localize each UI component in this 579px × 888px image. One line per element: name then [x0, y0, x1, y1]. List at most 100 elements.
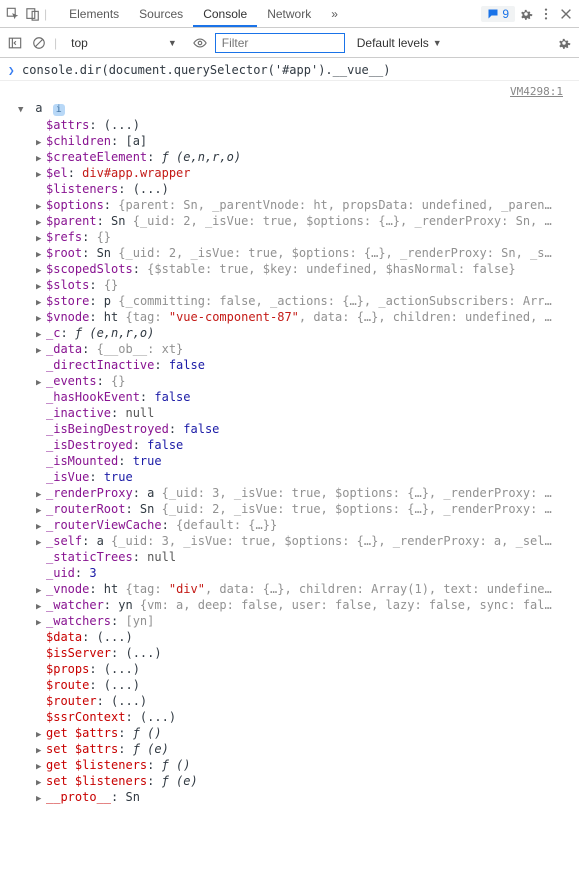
tree-property[interactable]: _isDestroyed: false	[36, 437, 579, 453]
property-key: _renderProxy	[46, 486, 133, 500]
tab-sources[interactable]: Sources	[129, 1, 193, 27]
tree-property[interactable]: $options: {parent: Sn, _parentVnode: ht,…	[36, 197, 579, 213]
context-selector[interactable]: top ▼	[63, 34, 185, 52]
tree-property[interactable]: _routerViewCache: {default: {…}}	[36, 517, 579, 533]
tree-property[interactable]: _watchers: [yn]	[36, 613, 579, 629]
tree-property[interactable]: $router: (...)	[36, 693, 579, 709]
tree-property[interactable]: _isVue: true	[36, 469, 579, 485]
tree-property[interactable]: $vnode: ht {tag: "vue-component-87", dat…	[36, 309, 579, 325]
tree-property[interactable]: _staticTrees: null	[36, 549, 579, 565]
property-value: : true	[89, 470, 132, 484]
expand-arrow-icon[interactable]	[36, 266, 46, 276]
tree-property[interactable]: _self: a {_uid: 3, _isVue: true, $option…	[36, 533, 579, 549]
expand-arrow-icon[interactable]	[36, 330, 46, 340]
gear-icon[interactable]	[517, 5, 535, 23]
tree-property[interactable]: $ssrContext: (...)	[36, 709, 579, 725]
expand-arrow-icon[interactable]	[36, 154, 46, 164]
tree-property[interactable]: _c: ƒ (e,n,r,o)	[36, 325, 579, 341]
expand-arrow-icon[interactable]	[36, 170, 46, 180]
property-key: _self	[46, 534, 82, 548]
expand-arrow-icon[interactable]	[36, 746, 46, 756]
inspect-icon[interactable]	[4, 5, 22, 23]
tree-property[interactable]: $route: (...)	[36, 677, 579, 693]
messages-badge[interactable]: 9	[481, 6, 515, 22]
tab-network[interactable]: Network	[257, 1, 321, 27]
separator: |	[54, 36, 57, 50]
expand-arrow-icon[interactable]	[36, 234, 46, 244]
expand-arrow-icon[interactable]	[36, 378, 46, 388]
tree-root[interactable]: a i	[18, 100, 579, 117]
expand-arrow-icon[interactable]	[36, 522, 46, 532]
expand-arrow-icon[interactable]	[36, 314, 46, 324]
eye-icon[interactable]	[191, 34, 209, 52]
tree-property[interactable]: _events: {}	[36, 373, 579, 389]
source-link[interactable]: VM4298:1	[510, 85, 571, 98]
tree-property[interactable]: _inactive: null	[36, 405, 579, 421]
tree-property[interactable]: _uid: 3	[36, 565, 579, 581]
expand-arrow-icon[interactable]	[36, 538, 46, 548]
tree-property[interactable]: set $listeners: ƒ (e)	[36, 773, 579, 789]
tab-more[interactable]: »	[321, 1, 348, 27]
expand-arrow-icon[interactable]	[36, 282, 46, 292]
tab-console[interactable]: Console	[193, 1, 257, 27]
expand-arrow-icon[interactable]	[36, 730, 46, 740]
tree-property[interactable]: $slots: {}	[36, 277, 579, 293]
tree-property[interactable]: _watcher: yn {vm: a, deep: false, user: …	[36, 597, 579, 613]
tree-property[interactable]: $root: Sn {_uid: 2, _isVue: true, $optio…	[36, 245, 579, 261]
expand-arrow-icon[interactable]	[36, 586, 46, 596]
expand-arrow-icon[interactable]	[36, 506, 46, 516]
tree-property[interactable]: _isMounted: true	[36, 453, 579, 469]
expand-arrow-icon[interactable]	[18, 105, 28, 115]
expand-arrow-icon[interactable]	[36, 298, 46, 308]
tab-elements[interactable]: Elements	[59, 1, 129, 27]
expand-arrow-icon[interactable]	[36, 602, 46, 612]
kebab-icon[interactable]	[537, 5, 555, 23]
expand-arrow-icon[interactable]	[36, 794, 46, 804]
expand-arrow-icon[interactable]	[36, 490, 46, 500]
tree-property[interactable]: _hasHookEvent: false	[36, 389, 579, 405]
tree-property[interactable]: _isBeingDestroyed: false	[36, 421, 579, 437]
tree-property[interactable]: get $listeners: ƒ ()	[36, 757, 579, 773]
tree-property[interactable]: __proto__: Sn	[36, 789, 579, 805]
tree-property[interactable]: _directInactive: false	[36, 357, 579, 373]
tree-property[interactable]: $refs: {}	[36, 229, 579, 245]
tree-property[interactable]: _vnode: ht {tag: "div", data: {…}, child…	[36, 581, 579, 597]
expand-arrow-icon[interactable]	[36, 202, 46, 212]
tree-property[interactable]: $scopedSlots: {$stable: true, $key: unde…	[36, 261, 579, 277]
gear-icon[interactable]	[555, 34, 573, 52]
log-levels-selector[interactable]: Default levels ▼	[357, 36, 442, 50]
tree-property[interactable]: $parent: Sn {_uid: 2, _isVue: true, $opt…	[36, 213, 579, 229]
expand-arrow-icon[interactable]	[36, 762, 46, 772]
tree-property[interactable]: $data: (...)	[36, 629, 579, 645]
tree-property[interactable]: $children: [a]	[36, 133, 579, 149]
tree-property[interactable]: get $attrs: ƒ ()	[36, 725, 579, 741]
info-badge-icon[interactable]: i	[53, 104, 65, 116]
property-value: : (...)	[89, 662, 140, 676]
tree-property[interactable]: $isServer: (...)	[36, 645, 579, 661]
tree-property[interactable]: _routerRoot: Sn {_uid: 2, _isVue: true, …	[36, 501, 579, 517]
close-icon[interactable]	[557, 5, 575, 23]
tree-property[interactable]: set $attrs: ƒ (e)	[36, 741, 579, 757]
tree-property[interactable]: _data: {__ob__: xt}	[36, 341, 579, 357]
expand-arrow-icon[interactable]	[36, 250, 46, 260]
tree-property[interactable]: $store: p {_committing: false, _actions:…	[36, 293, 579, 309]
property-value: : ht {tag: "vue-component-87", data: {…}…	[89, 310, 551, 324]
expand-arrow-icon[interactable]	[36, 218, 46, 228]
property-key: __proto__	[46, 790, 111, 804]
clear-console-icon[interactable]	[30, 34, 48, 52]
property-value: : ƒ (e)	[118, 742, 169, 756]
sidebar-toggle-icon[interactable]	[6, 34, 24, 52]
tree-property[interactable]: $createElement: ƒ (e,n,r,o)	[36, 149, 579, 165]
device-toggle-icon[interactable]	[24, 5, 42, 23]
tree-property[interactable]: $listeners: (...)	[36, 181, 579, 197]
expand-arrow-icon[interactable]	[36, 346, 46, 356]
expand-arrow-icon[interactable]	[36, 138, 46, 148]
expand-arrow-icon[interactable]	[36, 618, 46, 628]
expand-arrow-icon[interactable]	[36, 778, 46, 788]
filter-input[interactable]	[215, 33, 345, 53]
tree-property[interactable]: $el: div#app.wrapper	[36, 165, 579, 181]
tree-property[interactable]: _renderProxy: a {_uid: 3, _isVue: true, …	[36, 485, 579, 501]
tree-property[interactable]: $attrs: (...)	[36, 117, 579, 133]
property-value: : null	[111, 406, 154, 420]
tree-property[interactable]: $props: (...)	[36, 661, 579, 677]
